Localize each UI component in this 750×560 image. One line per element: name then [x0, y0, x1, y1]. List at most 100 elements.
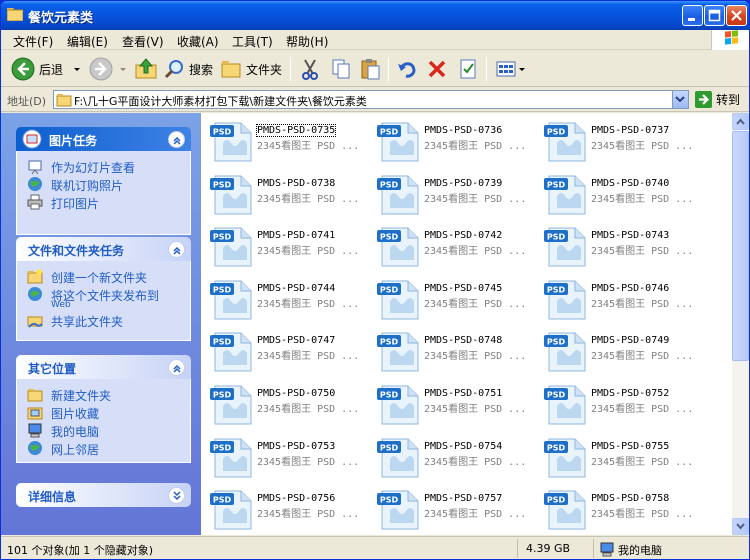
file-item[interactable]: PSD PMDS-PSD-0757 2345看图王 PSD ...	[372, 485, 532, 533]
file-item[interactable]: PSD PMDS-PSD-0745 2345看图王 PSD ...	[372, 275, 532, 323]
other-places-header[interactable]: 其它位置	[16, 355, 191, 379]
collapse-icon[interactable]	[168, 359, 185, 376]
undo-button[interactable]	[396, 54, 418, 84]
close-button[interactable]	[726, 5, 747, 26]
psd-badge: PSD	[380, 443, 399, 452]
psd-file-icon: PSD	[210, 122, 252, 162]
file-name: PMDS-PSD-0750	[257, 388, 336, 399]
file-item[interactable]: PSD PMDS-PSD-0751 2345看图王 PSD ...	[372, 380, 532, 428]
minimize-button[interactable]	[682, 5, 703, 26]
new-folder-link[interactable]: 创建一个新文件夹	[17, 267, 190, 285]
slideshow-label: 作为幻灯片查看	[51, 161, 136, 175]
title-bar[interactable]: 餐饮元素类	[1, 1, 749, 30]
place-my-pictures[interactable]: 图片收藏	[17, 403, 190, 421]
file-item[interactable]: PSD PMDS-PSD-0755 2345看图王 PSD ...	[539, 433, 699, 481]
vertical-scrollbar[interactable]	[732, 113, 749, 535]
file-item[interactable]: PSD PMDS-PSD-0744 2345看图王 PSD ...	[205, 275, 365, 323]
paste-button[interactable]	[359, 54, 381, 84]
chevron-down-icon[interactable]	[117, 63, 129, 75]
forward-button[interactable]	[89, 54, 129, 84]
status-object-count: 101 个对象(加 1 个隐藏对象)	[7, 544, 154, 557]
file-item[interactable]: PSD PMDS-PSD-0758 2345看图王 PSD ...	[539, 485, 699, 533]
details-header[interactable]: 详细信息	[16, 483, 191, 507]
file-name: PMDS-PSD-0754	[424, 440, 503, 452]
new-folder-label: 创建一个新文件夹	[51, 271, 148, 285]
place-new-folder[interactable]: 新建文件夹	[17, 385, 190, 403]
psd-badge: PSD	[380, 233, 399, 242]
go-button[interactable]: 转到	[695, 91, 740, 108]
other-places-panel: 其它位置 新建文件夹 图片收藏 我的电脑 网上邻居	[16, 355, 191, 463]
menu-favorites[interactable]: 收藏(A)	[177, 33, 219, 50]
file-item[interactable]: PSD PMDS-PSD-0741 2345看图王 PSD ...	[205, 222, 365, 270]
file-name: PMDS-PSD-0748	[424, 335, 503, 347]
file-item[interactable]: PSD PMDS-PSD-0747 2345看图王 PSD ...	[205, 327, 365, 375]
status-size: 4.39 GB	[526, 542, 571, 555]
file-item[interactable]: PSD PMDS-PSD-0746 2345看图王 PSD ...	[539, 275, 699, 323]
psd-badge: PSD	[213, 233, 232, 242]
scroll-up-button[interactable]	[732, 113, 749, 130]
address-input[interactable]: F:\几十G平面设计大师素材打包下载\新建文件夹\餐饮元素类	[53, 90, 689, 109]
psd-file-icon: PSD	[377, 122, 419, 162]
file-item[interactable]: PSD PMDS-PSD-0750 2345看图王 PSD ...	[205, 380, 365, 428]
up-button[interactable]	[134, 54, 158, 84]
file-description: 2345看图王 PSD ...	[257, 246, 360, 258]
slideshow-link[interactable]: 作为幻灯片查看	[17, 157, 190, 175]
file-item[interactable]: PSD PMDS-PSD-0737 2345看图王 PSD ...	[539, 117, 699, 165]
properties-button[interactable]	[457, 54, 479, 84]
file-item[interactable]: PSD PMDS-PSD-0756 2345看图王 PSD ...	[205, 485, 365, 533]
expand-icon[interactable]	[168, 487, 185, 504]
picture-tasks-header[interactable]: 图片任务	[16, 127, 191, 151]
psd-file-icon: PSD	[544, 490, 586, 530]
print-link[interactable]: 打印图片	[17, 193, 190, 211]
file-description: 2345看图王 PSD ...	[591, 456, 694, 468]
psd-badge: PSD	[547, 285, 566, 294]
collapse-icon[interactable]	[168, 241, 185, 258]
address-dropdown[interactable]	[672, 91, 688, 108]
scroll-down-button[interactable]	[732, 518, 749, 535]
views-button[interactable]	[495, 54, 527, 84]
share-folder-link[interactable]: 共享此文件夹	[17, 311, 190, 329]
file-item[interactable]: PSD PMDS-PSD-0735 2345看图王 PSD ...	[205, 117, 365, 165]
status-divider	[517, 539, 518, 558]
copy-button[interactable]	[330, 54, 352, 84]
menu-file[interactable]: 文件(F)	[13, 33, 53, 50]
file-item[interactable]: PSD PMDS-PSD-0738 2345看图王 PSD ...	[205, 170, 365, 218]
place-my-computer[interactable]: 我的电脑	[17, 421, 190, 439]
place-network[interactable]: 网上邻居	[17, 439, 190, 457]
menu-edit[interactable]: 编辑(E)	[67, 33, 108, 50]
file-item[interactable]: PSD PMDS-PSD-0754 2345看图王 PSD ...	[372, 433, 532, 481]
psd-file-icon: PSD	[210, 227, 252, 267]
file-item[interactable]: PSD PMDS-PSD-0752 2345看图王 PSD ...	[539, 380, 699, 428]
order-prints-link[interactable]: 联机订购照片	[17, 175, 190, 193]
scroll-thumb[interactable]	[732, 131, 749, 361]
folders-button[interactable]: 文件夹	[220, 54, 282, 84]
file-item[interactable]: PSD PMDS-PSD-0742 2345看图王 PSD ...	[372, 222, 532, 270]
publish-web-link[interactable]: 将这个文件夹发布到 Web	[17, 285, 190, 311]
file-item[interactable]: PSD PMDS-PSD-0749 2345看图王 PSD ...	[539, 327, 699, 375]
file-item[interactable]: PSD PMDS-PSD-0753 2345看图王 PSD ...	[205, 433, 365, 481]
file-item[interactable]: PSD PMDS-PSD-0748 2345看图王 PSD ...	[372, 327, 532, 375]
toolbar-separator	[388, 57, 389, 81]
collapse-icon[interactable]	[168, 131, 185, 148]
chevron-down-icon[interactable]	[517, 63, 527, 75]
psd-file-icon: PSD	[544, 280, 586, 320]
file-item[interactable]: PSD PMDS-PSD-0739 2345看图王 PSD ...	[372, 170, 532, 218]
menu-tools[interactable]: 工具(T)	[232, 33, 273, 50]
cut-button[interactable]	[299, 54, 321, 84]
search-button[interactable]: 搜索	[163, 54, 213, 84]
back-button[interactable]: 后退	[11, 54, 83, 84]
file-item[interactable]: PSD PMDS-PSD-0743 2345看图王 PSD ...	[539, 222, 699, 270]
file-item[interactable]: PSD PMDS-PSD-0740 2345看图王 PSD ...	[539, 170, 699, 218]
menu-help[interactable]: 帮助(H)	[286, 33, 328, 50]
file-description: 2345看图王 PSD ...	[424, 351, 527, 363]
pictures-folder-icon	[27, 407, 43, 420]
psd-badge: PSD	[380, 285, 399, 294]
psd-badge: PSD	[380, 496, 399, 505]
chevron-down-icon[interactable]	[71, 63, 83, 75]
file-tasks-header[interactable]: 文件和文件夹任务	[16, 237, 191, 261]
menu-view[interactable]: 查看(V)	[122, 33, 164, 50]
maximize-button[interactable]	[704, 5, 725, 26]
file-item[interactable]: PSD PMDS-PSD-0736 2345看图王 PSD ...	[372, 117, 532, 165]
file-name: PMDS-PSD-0743	[591, 230, 670, 242]
delete-button[interactable]	[426, 54, 448, 84]
